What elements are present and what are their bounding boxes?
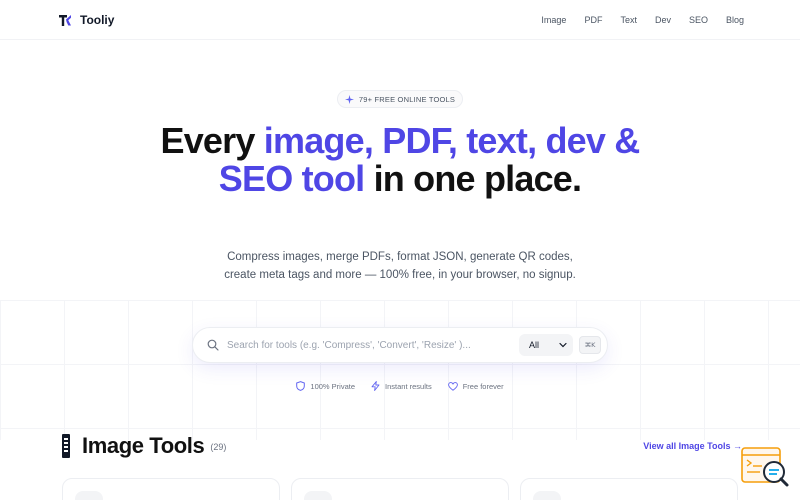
keyboard-shortcut-hint: ⌘K <box>579 336 601 354</box>
nav-link-seo[interactable]: SEO <box>689 15 708 25</box>
tools-count-badge: 79+ FREE ONLINE TOOLS <box>337 90 463 108</box>
image-tools-icon <box>62 434 70 458</box>
nav-link-blog[interactable]: Blog <box>726 15 744 25</box>
shield-icon <box>296 381 306 391</box>
tool-card[interactable] <box>62 478 280 500</box>
lightning-icon <box>371 381 380 391</box>
image-tools-section-header: Image Tools (29) View all Image Tools → <box>62 433 742 459</box>
tool-card-icon <box>304 491 332 500</box>
hero-headline: Every image, PDF, text, dev & SEO tool i… <box>150 122 650 198</box>
brand-name: Tooliy <box>80 12 115 27</box>
section-title: Image Tools <box>82 433 205 458</box>
top-nav: Tooliy Image PDF Text Dev SEO Blog <box>0 0 800 40</box>
headline-part-1: Every <box>160 120 264 161</box>
tool-card[interactable] <box>291 478 509 500</box>
tooliy-logo-icon <box>59 14 71 26</box>
heart-icon <box>447 381 458 391</box>
tool-card-icon <box>75 491 103 500</box>
headline-part-2: in one place. <box>364 158 582 199</box>
view-all-image-tools-link[interactable]: View all Image Tools → <box>643 441 742 451</box>
feature-list: 100% Private Instant results Free foreve… <box>0 381 800 391</box>
section-count: (29) <box>210 442 227 452</box>
nav-link-text[interactable]: Text <box>620 15 637 25</box>
search-results-icon <box>741 447 789 487</box>
feature-instant: Instant results <box>371 381 432 391</box>
feature-private-label: 100% Private <box>310 381 356 391</box>
category-select-value: All <box>529 340 540 350</box>
nav-link-image[interactable]: Image <box>541 15 566 25</box>
feature-private: 100% Private <box>296 381 355 391</box>
badge-text: 79+ FREE ONLINE TOOLS <box>358 94 456 104</box>
category-select[interactable]: All <box>519 334 573 356</box>
feature-free: Free forever <box>447 381 504 391</box>
tool-card[interactable] <box>520 478 738 500</box>
tool-search-bar: All ⌘K <box>192 327 608 363</box>
grid-background <box>0 300 800 440</box>
floating-widget[interactable] <box>740 446 790 488</box>
feature-instant-label: Instant results <box>385 381 432 391</box>
feature-free-label: Free forever <box>462 381 504 391</box>
search-icon <box>207 339 219 351</box>
chevron-down-icon <box>559 342 567 348</box>
brand-logo[interactable]: Tooliy <box>58 13 114 27</box>
nav-link-dev[interactable]: Dev <box>655 15 671 25</box>
hero-subtitle: Compress images, merge PDFs, format JSON… <box>224 251 576 281</box>
tool-card-icon <box>533 491 561 500</box>
sparkle-icon <box>344 94 354 104</box>
nav-link-pdf[interactable]: PDF <box>584 15 602 25</box>
nav-links: Image PDF Text Dev SEO Blog <box>541 15 744 25</box>
search-input[interactable] <box>227 339 519 351</box>
